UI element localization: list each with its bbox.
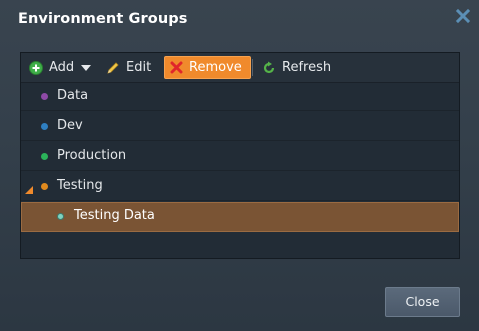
group-label: Data [57, 88, 89, 103]
group-row-dev[interactable]: Dev [21, 112, 459, 141]
dialog-title: Environment Groups [18, 11, 188, 27]
group-row-data[interactable]: Data [21, 82, 459, 111]
pencil-icon [106, 61, 120, 75]
refresh-icon [262, 61, 276, 75]
chevron-down-icon [81, 64, 91, 71]
group-color-dot [41, 93, 48, 100]
group-row-testing[interactable]: Testing [21, 172, 459, 201]
group-label: Testing Data [74, 208, 155, 223]
refresh-button[interactable]: Refresh [262, 56, 331, 79]
close-button[interactable]: Close [385, 287, 460, 317]
add-button[interactable]: Add [29, 56, 74, 79]
refresh-label: Refresh [282, 60, 332, 75]
group-color-dot [57, 213, 64, 220]
add-dropdown-arrow[interactable] [81, 56, 91, 79]
groups-panel: Add Edit Remove Refresh Data Dev Product… [20, 52, 460, 259]
remove-icon [170, 61, 183, 74]
toolbar-divider [252, 59, 253, 76]
group-row-testing-data[interactable]: Testing Data [21, 202, 459, 232]
toolbar: Add Edit Remove Refresh [21, 53, 459, 83]
group-label: Testing [57, 178, 103, 193]
remove-button[interactable]: Remove [164, 56, 251, 79]
add-icon [29, 60, 43, 75]
group-color-dot [41, 123, 48, 130]
edit-label: Edit [126, 60, 152, 75]
close-icon[interactable] [455, 8, 471, 24]
group-label: Dev [57, 118, 83, 133]
environment-groups-dialog: Environment Groups Add Edit Remove Refre… [0, 0, 479, 331]
group-color-dot [41, 183, 48, 190]
edit-button[interactable]: Edit [106, 56, 151, 79]
add-label: Add [49, 60, 75, 75]
group-row-production[interactable]: Production [21, 142, 459, 171]
remove-label: Remove [189, 60, 242, 75]
group-label: Production [57, 148, 127, 163]
group-color-dot [41, 153, 48, 160]
expand-arrow-icon[interactable] [25, 183, 33, 194]
